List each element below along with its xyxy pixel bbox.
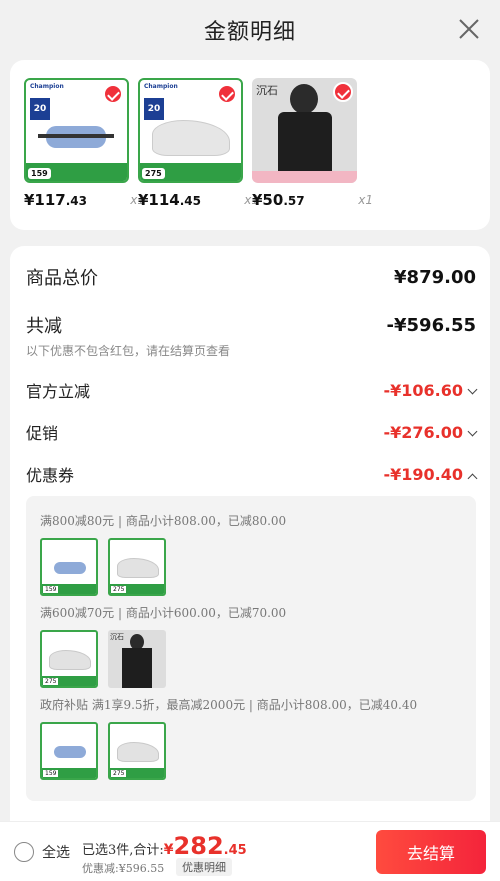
total-label: 商品总价 [26,268,98,289]
discount-row: 共减 -¥596.55 [26,312,476,338]
coupon-detail-panel: 满800减80元 | 商品小计808.00，已减80.00 159 275 满6… [26,496,476,801]
bag-image [38,126,114,148]
official-discount-row[interactable]: 官方立减 -¥106.60 [26,378,478,402]
total-value: ¥879.00 [394,266,476,288]
footer-total: 282 [173,832,224,860]
discount-label: 共减 [26,316,62,337]
coupon-label: 优惠券 [26,466,75,485]
coupon-value: -¥190.40 [383,464,463,484]
discount-value: -¥596.55 [386,314,476,336]
thumb-label: 沉石 [256,84,278,97]
checkout-bar: 全选 已选3件,合计: ¥ 282 .45 优惠减:¥596.55 优惠明细 去… [0,821,500,881]
coupon-row[interactable]: 优惠券 -¥190.40 [26,462,478,486]
check-icon[interactable] [217,84,237,104]
product-qty: x1 [358,193,373,207]
product-price: ¥117.43 [24,191,88,209]
product-item[interactable]: Champion 20 275 ¥114.45 x1 [138,78,259,209]
total-summary: 已选3件,合计: ¥ 282 .45 [82,832,247,860]
coupon-rule: 满800减80元 | 商品小计808.00，已减80.00 [40,514,287,528]
product-price: ¥114.45 [138,191,202,209]
select-all-label[interactable]: 全选 [42,842,70,862]
page-title: 金额明细 [203,20,296,45]
promo-row[interactable]: 促销 -¥276.00 [26,420,478,444]
discount-detail-link[interactable]: 优惠明细 [176,858,232,876]
product-item[interactable]: Champion 20 159 ¥117.43 x1 [24,78,145,209]
price-detail-card: 商品总价 ¥879.00 共减 -¥596.55 以下优惠不包含红包，请在结算页… [10,246,490,881]
badge: 20 [30,98,50,120]
product-thumbnail: 沉石 [252,78,357,183]
check-icon[interactable] [103,84,123,104]
total-row: 商品总价 ¥879.00 [26,264,476,290]
chevron-down-icon [467,426,478,436]
header: 金额明细 [0,0,500,58]
badge: 20 [144,98,164,120]
shoe-image [152,120,230,156]
checkout-button[interactable]: 去结算 [376,830,486,874]
product-item[interactable]: 沉石 ¥50.57 x1 [252,78,373,209]
coupon-product-thumb: 275 [108,722,166,780]
footer-discount: 优惠减:¥596.55 [82,862,165,875]
coupon-product-thumb: 275 [108,538,166,596]
product-price: ¥50.57 [252,191,305,209]
coupon-product-thumb: 275 [40,630,98,688]
select-all-radio[interactable] [14,842,34,862]
thumb-price: 275 [142,168,165,179]
discount-note: 以下优惠不包含红包，请在结算页查看 [26,344,231,358]
check-icon[interactable] [333,82,353,102]
coupon-product-thumb: 159 [40,538,98,596]
coupon-product-thumb: 沉石 [108,630,166,688]
chevron-up-icon [467,473,478,483]
product-list-card: Champion 20 159 ¥117.43 x1 Champion 20 2… [10,60,490,230]
promo-value: -¥276.00 [383,422,463,442]
brand-logo: Champion [30,83,64,90]
coupon-rule: 政府补贴 满1享9.5折，最高减2000元 | 商品小计808.00，已减40.… [40,698,418,712]
product-thumbnail: Champion 20 159 [24,78,129,183]
thumb-price: 159 [28,168,51,179]
official-value: -¥106.60 [383,380,463,400]
coupon-rule: 满600减70元 | 商品小计600.00，已减70.00 [40,606,287,620]
product-thumbnail: Champion 20 275 [138,78,243,183]
official-label: 官方立减 [26,382,91,401]
promo-label: 促销 [26,424,59,443]
coupon-product-thumb: 159 [40,722,98,780]
close-icon[interactable] [456,16,482,42]
brand-logo: Champion [144,83,178,90]
chevron-down-icon [467,384,478,394]
